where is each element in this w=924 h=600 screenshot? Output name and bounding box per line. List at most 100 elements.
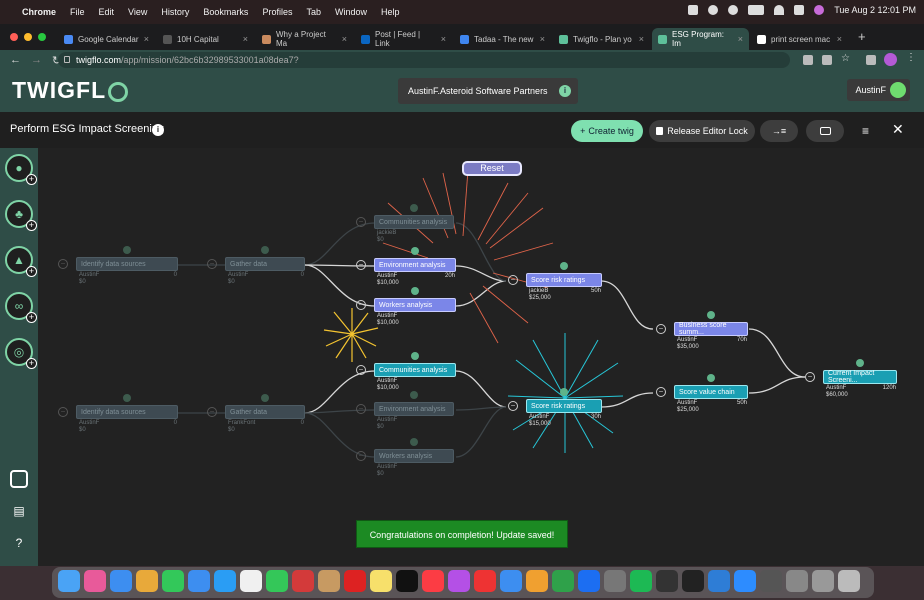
play-icon[interactable]	[728, 5, 739, 15]
dock-app-icon[interactable]	[240, 570, 262, 592]
dock-app-icon[interactable]	[422, 570, 444, 592]
tab-5[interactable]: Twigflo - Plan yo ×	[553, 28, 650, 50]
forward-icon[interactable]: →	[31, 54, 42, 66]
collapse-toggle-icon[interactable]: −	[656, 387, 666, 397]
tab-close-icon[interactable]: ×	[734, 34, 743, 44]
control-center-icon[interactable]	[794, 5, 805, 15]
mission-canvas[interactable]	[38, 148, 924, 566]
dock-app-icon[interactable]	[734, 570, 756, 592]
dock-app-icon[interactable]	[838, 570, 860, 592]
back-icon[interactable]: ←	[10, 54, 21, 66]
collapse-toggle-icon[interactable]: −	[805, 372, 815, 382]
dock-app-icon[interactable]	[656, 570, 678, 592]
menubar-app-name[interactable]: Chrome	[22, 7, 56, 17]
dock-app-icon[interactable]	[396, 570, 418, 592]
twig-node[interactable]: Score risk ratings	[526, 273, 602, 287]
dock-app-icon[interactable]	[500, 570, 522, 592]
twig-node[interactable]: Environment analysis	[374, 402, 454, 416]
trees-tool[interactable]: ▲ +	[5, 246, 37, 277]
dock-app-icon[interactable]	[292, 570, 314, 592]
acorn-tool[interactable]: ● +	[5, 154, 37, 185]
dock-app-icon[interactable]	[474, 570, 496, 592]
dock-app-icon[interactable]	[162, 570, 184, 592]
twig-node[interactable]: Identify data sources	[76, 257, 178, 271]
twig-node[interactable]: Workers analysis	[374, 449, 454, 463]
dock-app-icon[interactable]	[682, 570, 704, 592]
close-icon[interactable]: ✕	[892, 121, 904, 138]
collapse-toggle-icon[interactable]: −	[207, 259, 217, 269]
twig-node[interactable]: Communities analysis	[374, 215, 454, 229]
battery-icon[interactable]	[748, 5, 765, 15]
menu-view[interactable]: View	[128, 7, 147, 17]
tab-close-icon[interactable]: ×	[833, 34, 842, 44]
create-twig-button[interactable]: + Create twig	[571, 120, 643, 142]
share-icon[interactable]	[822, 55, 832, 65]
cast-icon[interactable]	[803, 55, 813, 65]
add-icon[interactable]: +	[26, 358, 37, 369]
collapse-toggle-icon[interactable]: −	[356, 451, 366, 461]
tab-close-icon[interactable]: ×	[437, 34, 446, 44]
tab-4[interactable]: Tadaa - The new ×	[454, 28, 551, 50]
collapse-toggle-icon[interactable]: −	[356, 300, 366, 310]
twig-node[interactable]: Score value chain	[674, 385, 748, 399]
seedling-tool[interactable]: ♣ +	[5, 200, 37, 231]
dock-app-icon[interactable]	[110, 570, 132, 592]
twigflo-logo[interactable]: TWIGFL	[12, 77, 129, 104]
dock-app-icon[interactable]	[526, 570, 548, 592]
address-bar[interactable]: twigflo.com/app/mission/62bc6b3298953300…	[58, 52, 790, 68]
menu-window[interactable]: Window	[335, 7, 367, 17]
menubar-datetime[interactable]: Tue Aug 2 12:01 PM	[834, 5, 916, 15]
menu-file[interactable]: File	[70, 7, 85, 17]
window-minimize-button[interactable]	[24, 33, 32, 41]
dock-app-icon[interactable]	[266, 570, 288, 592]
collapse-toggle-icon[interactable]: −	[656, 324, 666, 334]
chrome-menu-icon[interactable]: ⋮	[906, 52, 916, 63]
tab-7[interactable]: print screen mac ×	[751, 28, 848, 50]
target-tool[interactable]: ◎ +	[5, 338, 37, 369]
dock-app-icon[interactable]	[604, 570, 626, 592]
add-icon[interactable]: +	[26, 312, 37, 323]
headphones-icon[interactable]	[708, 5, 719, 15]
menu-help[interactable]: Help	[381, 7, 400, 17]
user-menu[interactable]: AustinF	[847, 79, 910, 101]
menu-profiles[interactable]: Profiles	[262, 7, 292, 17]
new-tab-button[interactable]: +	[858, 29, 866, 44]
org-info-icon[interactable]: i	[559, 85, 571, 97]
document-icon[interactable]: ▤	[10, 504, 28, 522]
collapse-toggle-icon[interactable]: −	[508, 275, 518, 285]
tab-1[interactable]: 10H Capital ×	[157, 28, 254, 50]
twig-node[interactable]: Environment analysis	[374, 258, 456, 272]
menu-history[interactable]: History	[161, 7, 189, 17]
dock-app-icon[interactable]	[708, 570, 730, 592]
tab-0[interactable]: Google Calendar ×	[58, 28, 155, 50]
dock-app-icon[interactable]	[58, 570, 80, 592]
tab-close-icon[interactable]: ×	[536, 34, 545, 44]
dock-app-icon[interactable]	[760, 570, 782, 592]
dock-app-icon[interactable]	[318, 570, 340, 592]
dock-app-icon[interactable]	[786, 570, 808, 592]
twig-node[interactable]: Score risk ratings	[526, 399, 602, 413]
collapse-toggle-icon[interactable]: −	[356, 217, 366, 227]
twig-node[interactable]: Communities analysis	[374, 363, 456, 377]
tab-2[interactable]: Why a Project Ma ×	[256, 28, 353, 50]
dock-app-icon[interactable]	[370, 570, 392, 592]
board-icon[interactable]	[10, 470, 28, 488]
collapse-toggle-icon[interactable]: −	[356, 365, 366, 375]
window-close-button[interactable]	[10, 33, 18, 41]
dock-app-icon[interactable]	[630, 570, 652, 592]
menu-tab[interactable]: Tab	[306, 7, 321, 17]
filter-icon[interactable]: ≡	[862, 124, 869, 138]
collapse-toggle-icon[interactable]: −	[207, 407, 217, 417]
title-info-icon[interactable]: i	[152, 124, 164, 136]
dock-app-icon[interactable]	[136, 570, 158, 592]
twig-node[interactable]: Identify data sources	[76, 405, 178, 419]
twig-node[interactable]: Workers analysis	[374, 298, 456, 312]
indent-button[interactable]: →≡	[760, 120, 798, 142]
tab-3[interactable]: Post | Feed | Link ×	[355, 28, 452, 50]
add-icon[interactable]: +	[26, 174, 37, 185]
collapse-toggle-icon[interactable]: −	[58, 259, 68, 269]
menu-edit[interactable]: Edit	[99, 7, 115, 17]
profile-avatar[interactable]	[884, 53, 897, 66]
siri-icon[interactable]	[814, 5, 825, 15]
add-icon[interactable]: +	[26, 266, 37, 277]
